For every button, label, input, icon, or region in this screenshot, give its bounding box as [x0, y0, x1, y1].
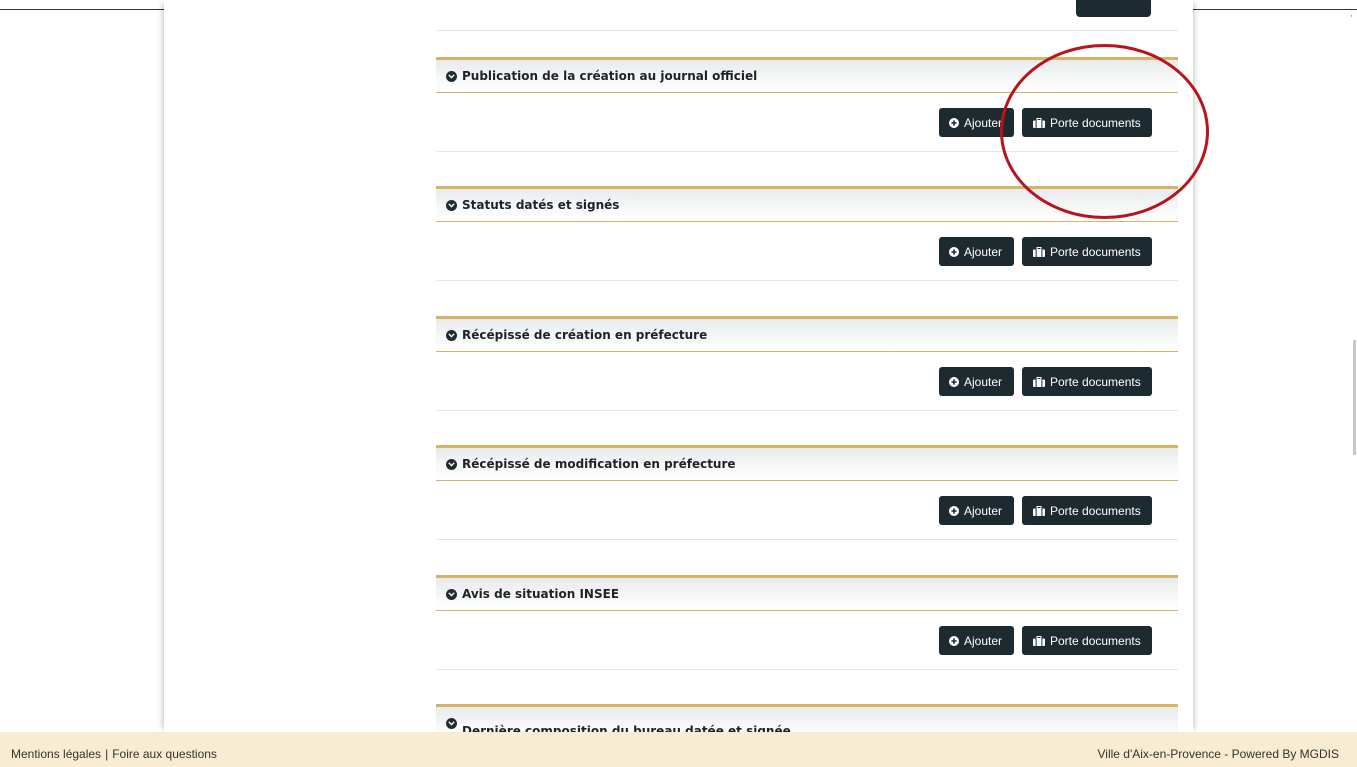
document-section: Récépissé de création en préfecture Ajou… — [436, 316, 1178, 420]
add-button-label: Ajouter — [964, 503, 1003, 518]
footer: Mentions légales | Foire aux questions V… — [0, 732, 1357, 767]
section-header[interactable]: Dernière composition du bureau datée et … — [436, 704, 1178, 732]
porte-documents-button[interactable]: Porte documents — [1022, 626, 1152, 655]
briefcase-icon — [1033, 376, 1045, 387]
document-section: Dernière composition du bureau datée et … — [436, 704, 1178, 732]
section-divider — [436, 539, 1178, 540]
add-button-label: Ajouter — [964, 244, 1003, 259]
document-section: Avis de situation INSEE Ajouter Porte do… — [436, 575, 1178, 679]
section-divider — [436, 410, 1178, 411]
porte-documents-button[interactable]: Porte documents — [1022, 496, 1152, 525]
chevron-circle-down-icon[interactable] — [446, 200, 457, 211]
plus-circle-icon — [949, 635, 959, 646]
porte-documents-button[interactable]: Porte documents — [1022, 237, 1152, 266]
docs-button-label: Porte documents — [1050, 374, 1141, 389]
faq-link[interactable]: Foire aux questions — [112, 747, 217, 761]
section-title: Statuts datés et signés — [462, 198, 620, 212]
footer-separator: | — [105, 747, 109, 761]
add-document-button[interactable]: Ajouter — [939, 496, 1014, 525]
section-title: Récépissé de modification en préfecture — [462, 457, 736, 471]
add-document-button[interactable]: Ajouter — [939, 237, 1014, 266]
docs-button-label: Porte documents — [1050, 115, 1141, 130]
section-title: Récépissé de création en préfecture — [462, 328, 708, 342]
porte-documents-button[interactable]: Porte documents — [1022, 108, 1152, 137]
chevron-circle-down-icon[interactable] — [446, 330, 457, 341]
main-content-card: Publication de la création au journal of… — [164, 0, 1193, 732]
chevron-circle-down-icon[interactable] — [446, 459, 457, 470]
section-header[interactable]: Récépissé de création en préfecture — [436, 316, 1178, 352]
section-title: Publication de la création au journal of… — [462, 69, 758, 83]
footer-links: Mentions légales | Foire aux questions — [11, 747, 217, 761]
previous-section-button-partial[interactable] — [1076, 0, 1151, 17]
chevron-circle-down-icon[interactable] — [446, 718, 457, 729]
section-header[interactable]: Récépissé de modification en préfecture — [436, 445, 1178, 481]
add-document-button[interactable]: Ajouter — [939, 626, 1014, 655]
chevron-circle-down-icon[interactable] — [446, 71, 457, 82]
section-title: Avis de situation INSEE — [462, 587, 620, 601]
legal-notice-link[interactable]: Mentions légales — [11, 747, 101, 761]
add-document-button[interactable]: Ajouter — [939, 367, 1014, 396]
briefcase-icon — [1033, 117, 1045, 128]
footer-credit: Ville d'Aix-en-Provence - Powered By MGD… — [1097, 747, 1340, 761]
add-button-label: Ajouter — [964, 374, 1003, 389]
plus-circle-icon — [949, 376, 959, 387]
corner-mark: · — [1350, 12, 1353, 22]
section-divider — [436, 280, 1178, 281]
plus-circle-icon — [949, 246, 959, 257]
document-section: Publication de la création au journal of… — [436, 57, 1178, 161]
docs-button-label: Porte documents — [1050, 503, 1141, 518]
add-button-label: Ajouter — [964, 633, 1003, 648]
briefcase-icon — [1033, 635, 1045, 646]
document-section: Récépissé de modification en préfecture … — [436, 445, 1178, 549]
plus-circle-icon — [949, 117, 959, 128]
section-divider — [436, 669, 1178, 670]
scrollbar-thumb[interactable] — [1353, 340, 1356, 455]
docs-button-label: Porte documents — [1050, 633, 1141, 648]
section-header[interactable]: Statuts datés et signés — [436, 186, 1178, 222]
briefcase-icon — [1033, 246, 1045, 257]
document-section: Statuts datés et signés Ajouter Porte do… — [436, 186, 1178, 290]
chevron-circle-down-icon[interactable] — [446, 589, 457, 600]
section-title: Dernière composition du bureau datée et … — [462, 724, 791, 732]
add-button-label: Ajouter — [964, 115, 1003, 130]
docs-button-label: Porte documents — [1050, 244, 1141, 259]
section-divider — [436, 30, 1178, 31]
porte-documents-button[interactable]: Porte documents — [1022, 367, 1152, 396]
add-document-button[interactable]: Ajouter — [939, 108, 1014, 137]
plus-circle-icon — [949, 505, 959, 516]
section-divider — [436, 151, 1178, 152]
briefcase-icon — [1033, 505, 1045, 516]
section-header[interactable]: Publication de la création au journal of… — [436, 57, 1178, 93]
section-header[interactable]: Avis de situation INSEE — [436, 575, 1178, 611]
